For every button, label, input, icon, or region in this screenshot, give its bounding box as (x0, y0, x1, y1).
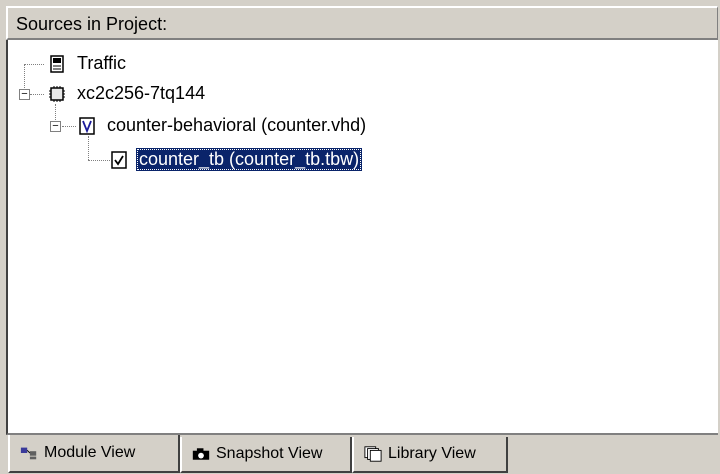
view-tabs: Module View Snapshot View Library View (8, 435, 508, 474)
chip-icon (48, 85, 66, 103)
library-icon (364, 445, 382, 463)
tree-item-counter-behavioral[interactable]: counter-behavioral (counter.vhd) (78, 114, 369, 137)
collapse-toggle[interactable]: − (19, 89, 30, 100)
tree-line (30, 94, 44, 95)
camera-icon (192, 445, 210, 463)
tree-line (88, 136, 89, 160)
tree-item-label: xc2c256-7tq144 (77, 83, 206, 103)
tree-line (62, 126, 76, 127)
vhdl-file-icon (78, 116, 96, 135)
sources-tree[interactable]: − − Traffic xc2c256-7tq144 counter-behav… (6, 40, 718, 435)
tab-label: Library View (388, 445, 476, 462)
tab-snapshot-view[interactable]: Snapshot View (180, 437, 352, 473)
sources-window: Sources in Project: − − Traffic xc2c256-… (0, 0, 720, 474)
tab-module-view[interactable]: Module View (8, 435, 180, 473)
tree-item-traffic[interactable]: Traffic (48, 52, 129, 75)
tab-label: Snapshot View (216, 445, 323, 462)
tab-label: Module View (44, 444, 136, 461)
tree-item-counter-tb[interactable]: counter_tb (counter_tb.tbw) (110, 148, 363, 171)
document-icon (48, 54, 66, 73)
panel-header: Sources in Project: (6, 6, 718, 40)
checked-file-icon (110, 150, 128, 169)
panel-title: Sources in Project: (16, 14, 168, 34)
collapse-toggle[interactable]: − (50, 121, 61, 132)
tree-line (24, 64, 44, 65)
module-view-icon (20, 444, 38, 462)
tree-line (88, 160, 110, 161)
tree-item-label: Traffic (77, 53, 127, 73)
tree-item-label: counter_tb (counter_tb.tbw) (136, 148, 363, 171)
tab-library-view[interactable]: Library View (352, 437, 508, 473)
tree-item-device[interactable]: xc2c256-7tq144 (48, 82, 208, 105)
tree-item-label: counter-behavioral (counter.vhd) (107, 115, 367, 135)
